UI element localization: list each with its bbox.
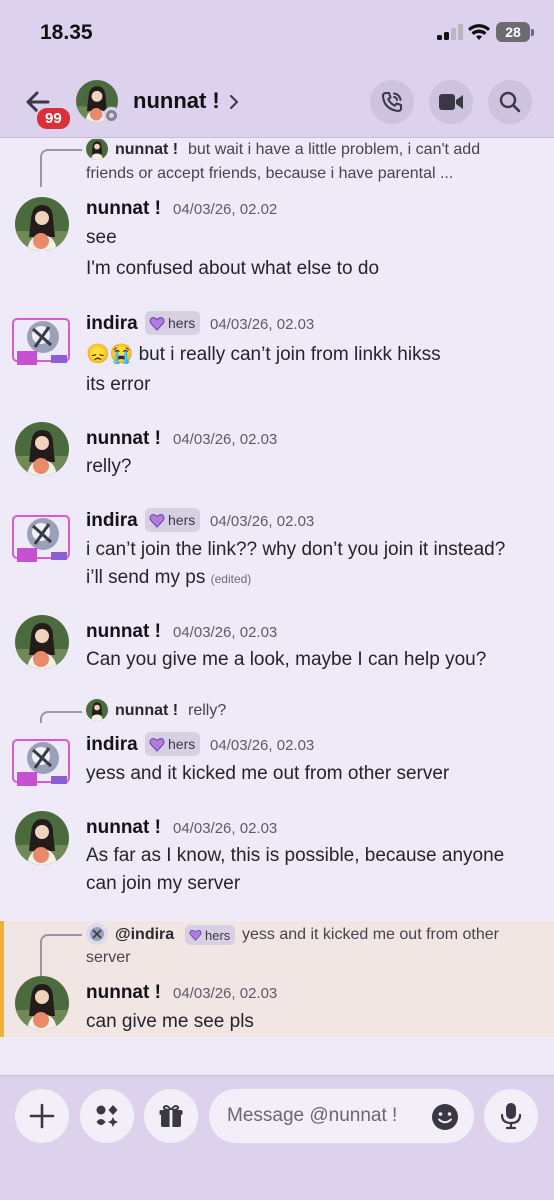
avatar[interactable] (15, 615, 69, 669)
message-composer (0, 1075, 554, 1200)
message-author[interactable]: nunnat ! (86, 621, 161, 643)
message-text: yess and it kicked me out from other ser… (86, 763, 450, 784)
message-timestamp: 04/03/26, 02.03 (173, 624, 278, 641)
avatar[interactable] (11, 732, 71, 792)
edited-label: (edited) (210, 572, 252, 586)
avatar[interactable] (11, 508, 71, 568)
message-timestamp: 04/03/26, 02.03 (210, 513, 315, 530)
video-camera-icon (439, 94, 463, 110)
plus-icon (29, 1103, 55, 1129)
heart-icon (149, 316, 165, 331)
reply-avatar (86, 923, 108, 945)
voice-call-button[interactable] (370, 80, 414, 124)
reply-preview-text[interactable]: server (86, 949, 130, 967)
message-timestamp: 04/03/26, 02.03 (210, 316, 315, 333)
message-timestamp: 04/03/26, 02.02 (173, 201, 278, 218)
message-list[interactable]: nunnat ! but wait i have a little proble… (0, 139, 554, 1075)
message-timestamp: 04/03/26, 02.03 (210, 737, 315, 754)
pronoun-tag: hers (145, 732, 201, 756)
reply-connector (40, 149, 82, 187)
heart-icon (149, 737, 165, 752)
message-timestamp: 04/03/26, 02.03 (173, 820, 278, 837)
apps-icon (96, 1105, 118, 1127)
message-timestamp: 04/03/26, 02.03 (173, 431, 278, 448)
phone-call-icon (382, 92, 402, 112)
message-text: can give me see pls (86, 1011, 254, 1032)
dm-header: 99 nunnat ! (0, 66, 554, 138)
message-text: i’ll send my ps (edited) (86, 567, 251, 589)
pronoun-tag-label: hers (168, 736, 196, 752)
reply-author[interactable]: nunnat ! (115, 702, 178, 720)
message-text: Can you give me a look, maybe I can help… (86, 649, 487, 670)
message-text: see (86, 227, 117, 248)
pronoun-tag: hers (145, 311, 201, 335)
pronoun-tag-label: hers (168, 512, 196, 528)
voice-message-button[interactable] (484, 1089, 538, 1143)
message-text: its error (86, 374, 151, 395)
chevron-right-icon[interactable] (228, 94, 240, 110)
avatar[interactable] (15, 422, 69, 476)
pronoun-tag: hers (145, 508, 201, 532)
cellular-signal-icon (437, 24, 465, 40)
message-text: can join my server (86, 873, 241, 894)
pronoun-tag: hers (185, 925, 236, 945)
message-author[interactable]: indira (86, 510, 138, 532)
search-icon (499, 91, 521, 113)
wifi-icon (468, 24, 490, 40)
microphone-icon (500, 1103, 522, 1130)
message-text: I'm confused about what else to do (86, 258, 380, 279)
message-author[interactable]: nunnat ! (86, 198, 161, 220)
message-text-line: i’ll send my ps (86, 567, 206, 588)
reply-avatar (86, 139, 108, 160)
reply-preview-text[interactable]: friends or accept friends, because i hav… (86, 165, 453, 183)
search-button[interactable] (488, 80, 532, 124)
status-bar: 18.35 28 (0, 0, 554, 66)
apps-button[interactable] (80, 1089, 134, 1143)
battery-indicator: 28 (496, 22, 534, 42)
dm-recipient-name[interactable]: nunnat ! (133, 88, 220, 114)
offline-status-icon (103, 107, 120, 124)
message-text: 😞😭 but i really can’t join from linkk hi… (86, 344, 441, 365)
gift-button[interactable] (144, 1089, 198, 1143)
avatar[interactable] (15, 197, 69, 251)
heart-icon (189, 929, 202, 941)
attach-button[interactable] (15, 1089, 69, 1143)
message-author[interactable]: nunnat ! (86, 817, 161, 839)
avatar[interactable] (15, 811, 69, 865)
message-text: relly? (86, 456, 132, 477)
reply-avatar (86, 699, 108, 721)
message-text: As far as I know, this is possible, beca… (86, 845, 505, 866)
gift-icon (159, 1105, 183, 1127)
message-text: i can’t join the link?? why don’t you jo… (86, 539, 506, 560)
avatar[interactable] (15, 976, 69, 1030)
message-author[interactable]: indira (86, 313, 138, 335)
reply-mention[interactable]: @indira (115, 926, 174, 944)
reply-connector (40, 934, 82, 976)
reply-connector (40, 711, 82, 723)
message-author[interactable]: indira (86, 734, 138, 756)
reply-preview-text[interactable]: but wait i have a little problem, i can'… (188, 141, 480, 159)
emoji-icon[interactable] (431, 1103, 459, 1131)
avatar[interactable] (11, 311, 71, 371)
reply-preview-text[interactable]: relly? (188, 702, 226, 720)
message-timestamp: 04/03/26, 02.03 (173, 985, 278, 1002)
message-author[interactable]: nunnat ! (86, 982, 161, 1004)
pronoun-tag-label: hers (168, 315, 196, 331)
message-author[interactable]: nunnat ! (86, 428, 161, 450)
pronoun-tag-label: hers (205, 927, 231, 943)
unread-badge: 99 (35, 106, 72, 131)
video-call-button[interactable] (429, 80, 473, 124)
status-time: 18.35 (40, 21, 93, 44)
reply-preview-text[interactable]: yess and it kicked me out from other (242, 926, 499, 944)
heart-icon (149, 513, 165, 528)
reply-author[interactable]: nunnat ! (115, 141, 178, 159)
